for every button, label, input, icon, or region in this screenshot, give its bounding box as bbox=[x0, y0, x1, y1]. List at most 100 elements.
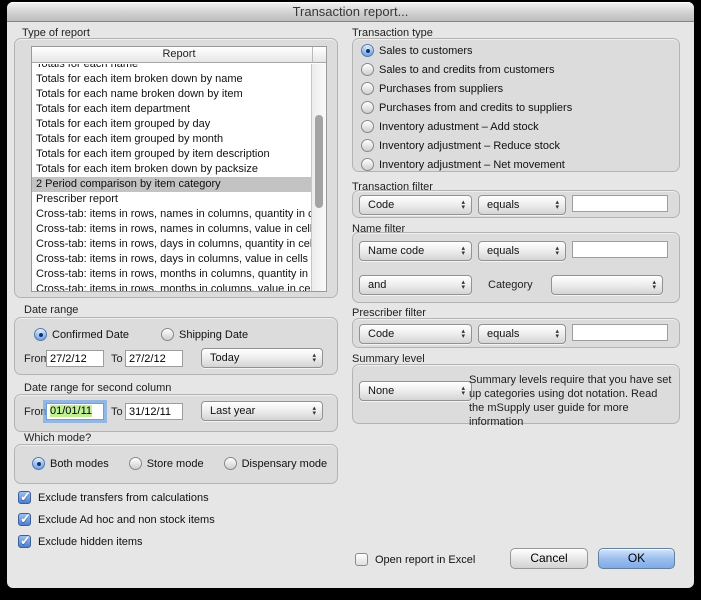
dropdown-value: and bbox=[368, 279, 386, 291]
radio-icon[interactable] bbox=[361, 44, 374, 57]
transaction-filter-operator-dropdown[interactable]: equals bbox=[478, 195, 566, 215]
cancel-button[interactable]: Cancel bbox=[510, 548, 588, 569]
dropdown-value: equals bbox=[487, 199, 519, 211]
title-bar[interactable]: Transaction report... bbox=[7, 2, 694, 22]
report-column-header[interactable]: Report bbox=[32, 47, 326, 63]
date-range-second-label: Date range for second column bbox=[24, 382, 171, 394]
name-filter-field-dropdown[interactable]: Name code bbox=[359, 241, 472, 261]
category-dropdown[interactable] bbox=[551, 275, 663, 295]
dropdown-value: Name code bbox=[368, 245, 424, 257]
transaction-type-option[interactable]: Sales to and credits from customers bbox=[361, 63, 572, 76]
selected-date-text: 01/01/11 bbox=[50, 405, 92, 417]
transaction-type-option[interactable]: Inventory adjustment – Reduce stock bbox=[361, 139, 572, 152]
radio-icon[interactable] bbox=[361, 120, 374, 133]
column-divider bbox=[312, 47, 313, 63]
open-excel-option[interactable]: Open report in Excel bbox=[355, 553, 475, 566]
date-to-second-input[interactable] bbox=[125, 403, 183, 420]
report-list-item[interactable]: Cross-tab: items in rows, names in colum… bbox=[32, 207, 311, 222]
report-list-item[interactable]: Totals for each item broken down by pack… bbox=[32, 162, 311, 177]
prescriber-filter-group: Code equals bbox=[352, 318, 680, 348]
radio-icon[interactable] bbox=[361, 139, 374, 152]
transaction-filter-value-input[interactable] bbox=[572, 195, 668, 212]
exclude-option[interactable]: Exclude Ad hoc and non stock items bbox=[18, 513, 215, 526]
report-list-item[interactable]: Totals for each name broken down by item bbox=[32, 87, 311, 102]
report-list-item[interactable]: Cross-tab: items in rows, months in colu… bbox=[32, 267, 311, 282]
ok-button[interactable]: OK bbox=[598, 548, 675, 569]
report-list-item[interactable]: Totals for each name bbox=[32, 64, 311, 72]
prescriber-filter-field-dropdown[interactable]: Code bbox=[359, 324, 472, 344]
name-filter-operator-dropdown[interactable]: equals bbox=[478, 241, 566, 261]
which-mode-option[interactable]: Both modes bbox=[32, 457, 109, 470]
report-list-item[interactable]: Prescriber report bbox=[32, 192, 311, 207]
date-type-option[interactable]: Confirmed Date bbox=[34, 328, 129, 341]
transaction-type-option[interactable]: Inventory adustment – Add stock bbox=[361, 120, 572, 133]
report-list-item[interactable]: Cross-tab: items in rows, months in colu… bbox=[32, 282, 311, 291]
radio-icon[interactable] bbox=[361, 101, 374, 114]
radio-icon[interactable] bbox=[361, 63, 374, 76]
report-list-viewport: Totals for each nameTotals for each item… bbox=[32, 64, 311, 291]
date-from-second-input[interactable]: 01/01/11 bbox=[46, 403, 104, 420]
open-excel-label: Open report in Excel bbox=[375, 554, 475, 566]
name-filter-value-input[interactable] bbox=[572, 241, 668, 258]
radio-icon[interactable] bbox=[32, 457, 45, 470]
open-excel-checkbox[interactable] bbox=[355, 553, 368, 566]
report-list-item[interactable]: Totals for each item broken down by name bbox=[32, 72, 311, 87]
checkbox-label: Exclude hidden items bbox=[38, 536, 143, 548]
report-list-item[interactable]: Cross-tab: items in rows, days in column… bbox=[32, 252, 311, 267]
date-from-input[interactable] bbox=[46, 350, 104, 367]
report-list-item[interactable]: Cross-tab: items in rows, days in column… bbox=[32, 237, 311, 252]
prescriber-filter-value-input[interactable] bbox=[572, 324, 668, 341]
radio-label: Dispensary mode bbox=[242, 458, 328, 470]
dropdown-value: equals bbox=[487, 245, 519, 257]
report-list-item[interactable]: Totals for each item department bbox=[32, 102, 311, 117]
radio-icon[interactable] bbox=[34, 328, 47, 341]
date-preset-second-dropdown[interactable]: Last year bbox=[201, 401, 323, 421]
report-list-item[interactable]: Totals for each item grouped by month bbox=[32, 132, 311, 147]
which-mode-option[interactable]: Dispensary mode bbox=[224, 457, 328, 470]
transaction-type-option[interactable]: Purchases from and credits to suppliers bbox=[361, 101, 572, 114]
transaction-type-option[interactable]: Sales to customers bbox=[361, 44, 572, 57]
checkbox-label: Exclude transfers from calculations bbox=[38, 492, 209, 504]
dropdown-value: equals bbox=[487, 328, 519, 340]
date-range-group: Confirmed DateShipping Date From To Toda… bbox=[14, 317, 338, 375]
checkbox-icon[interactable] bbox=[18, 491, 31, 504]
prescriber-filter-operator-dropdown[interactable]: equals bbox=[478, 324, 566, 344]
report-list-item[interactable]: Cross-tab: items in rows, names in colum… bbox=[32, 222, 311, 237]
exclude-option[interactable]: Exclude hidden items bbox=[18, 535, 215, 548]
transaction-report-dialog: Transaction report... Type of report Rep… bbox=[7, 2, 694, 588]
radio-label: Confirmed Date bbox=[52, 329, 129, 341]
report-list-item[interactable]: Totals for each item grouped by day bbox=[32, 117, 311, 132]
radio-label: Purchases from and credits to suppliers bbox=[379, 102, 572, 114]
date-type-option[interactable]: Shipping Date bbox=[161, 328, 248, 341]
radio-label: Both modes bbox=[50, 458, 109, 470]
transaction-type-option[interactable]: Inventory adjustment – Net movement bbox=[361, 158, 572, 171]
date-preset-value: Today bbox=[210, 352, 239, 364]
transaction-type-option[interactable]: Purchases from suppliers bbox=[361, 82, 572, 95]
radio-icon[interactable] bbox=[161, 328, 174, 341]
report-list: Report Totals for each nameTotals for ea… bbox=[31, 46, 327, 292]
summary-level-dropdown[interactable]: None bbox=[359, 381, 472, 401]
checkbox-label: Exclude Ad hoc and non stock items bbox=[38, 514, 215, 526]
exclude-option[interactable]: Exclude transfers from calculations bbox=[18, 491, 215, 504]
date-to-input[interactable] bbox=[125, 350, 183, 367]
radio-icon[interactable] bbox=[224, 457, 237, 470]
radio-icon[interactable] bbox=[361, 82, 374, 95]
which-mode-option[interactable]: Store mode bbox=[129, 457, 204, 470]
transaction-filter-field-dropdown[interactable]: Code bbox=[359, 195, 472, 215]
report-list-item[interactable]: Totals for each item grouped by item des… bbox=[32, 147, 311, 162]
date-preset-dropdown[interactable]: Today bbox=[201, 348, 323, 368]
radio-label: Purchases from suppliers bbox=[379, 83, 503, 95]
report-list-item[interactable]: 2 Period comparison by item category bbox=[32, 177, 311, 192]
checkbox-icon[interactable] bbox=[18, 513, 31, 526]
radio-label: Inventory adustment – Add stock bbox=[379, 121, 539, 133]
radio-label: Shipping Date bbox=[179, 329, 248, 341]
name-filter-conjunction-dropdown[interactable]: and bbox=[359, 275, 472, 295]
scrollbar-thumb[interactable] bbox=[315, 115, 323, 208]
radio-label: Inventory adjustment – Reduce stock bbox=[379, 140, 560, 152]
radio-icon[interactable] bbox=[129, 457, 142, 470]
category-label: Category bbox=[488, 279, 533, 291]
checkbox-icon[interactable] bbox=[18, 535, 31, 548]
radio-icon[interactable] bbox=[361, 158, 374, 171]
report-list-scrollbar[interactable] bbox=[311, 64, 326, 291]
radio-label: Store mode bbox=[147, 458, 204, 470]
